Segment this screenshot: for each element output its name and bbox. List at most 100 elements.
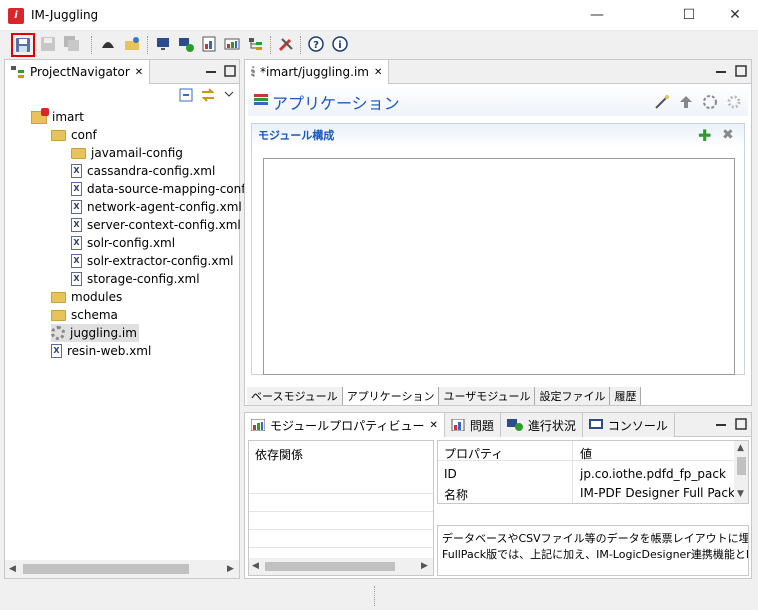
property-value[interactable]: jp.co.iothe.pdfd_fp_pack — [580, 467, 726, 481]
save-icon[interactable] — [11, 33, 35, 57]
tree-item[interactable]: Xcassandra-config.xml — [71, 162, 215, 180]
info-icon[interactable]: i — [330, 34, 350, 54]
tree-item[interactable]: Xserver-context-config.xml — [71, 216, 241, 234]
tree-item[interactable]: modules — [51, 288, 122, 306]
divider — [249, 529, 433, 530]
tree-item[interactable]: Xresin-web.xml — [51, 342, 151, 360]
scroll-right-icon[interactable]: ▶ — [227, 564, 234, 574]
scroll-down-icon[interactable]: ▼ — [737, 489, 744, 499]
remove-icon[interactable]: ✖ — [722, 127, 734, 143]
tab-label: 進行状況 — [527, 418, 576, 433]
close-icon[interactable]: ✕ — [135, 67, 143, 78]
tree-item-label: juggling.im — [70, 326, 137, 340]
tree-item[interactable]: Xstorage-config.xml — [71, 270, 200, 288]
helmet-icon[interactable] — [98, 34, 118, 54]
save-as-icon[interactable] — [38, 34, 58, 54]
toolbar-separator — [300, 36, 301, 54]
tools-icon[interactable] — [276, 34, 296, 54]
horizontal-scrollbar[interactable]: ◀ ▶ — [5, 560, 239, 578]
dependency-list[interactable]: 依存関係 ◀ ▶ — [248, 440, 434, 576]
close-button[interactable]: ✕ — [712, 0, 758, 31]
subtab[interactable]: 設定ファイル — [535, 387, 611, 405]
xml-file-icon: X — [71, 254, 82, 268]
folder-icon — [51, 129, 66, 141]
project-navigator-panel: ProjectNavigator ✕ imart conf javamail-con… — [4, 59, 256, 579]
tab-juggling-im[interactable]: *imart/juggling.im ✕ — [245, 60, 389, 84]
maximize-button[interactable]: ☐ — [666, 0, 712, 31]
minimize-view-icon[interactable] — [715, 65, 727, 77]
editor-panel: *imart/juggling.im ✕ アプリケーション モジュール構成 ✚ … — [244, 59, 752, 406]
tab-label: モジュールプロパティビュー — [270, 418, 425, 433]
tab-progress[interactable]: 進行状況 — [500, 413, 583, 437]
page-title: アプリケーション — [272, 94, 400, 113]
svg-text:i: i — [338, 40, 341, 51]
tab-problems[interactable]: 問題 — [444, 413, 501, 437]
tree-item-label: network-agent-config.xml — [87, 200, 242, 214]
folder-icon — [71, 147, 86, 159]
tree-item[interactable]: Xnetwork-agent-config.xml — [71, 198, 242, 216]
chart-icon[interactable] — [222, 34, 242, 54]
module-list[interactable] — [263, 158, 735, 375]
wand-icon[interactable] — [654, 94, 670, 113]
subtab[interactable]: 履歴 — [610, 387, 642, 405]
maximize-view-icon[interactable] — [735, 418, 747, 430]
bottom-tab-header: モジュールプロパティビュー ✕ 問題 進行状況 コンソール — [245, 413, 751, 437]
xml-file-icon: X — [71, 272, 82, 286]
status-separator — [374, 586, 375, 606]
maximize-view-icon[interactable] — [224, 65, 236, 77]
scroll-left-icon[interactable]: ◀ — [252, 561, 259, 571]
tree-item[interactable]: schema — [51, 306, 118, 324]
scroll-right-icon[interactable]: ▶ — [421, 561, 428, 571]
subtab[interactable]: ベースモジュール — [247, 387, 343, 405]
report-icon — [451, 419, 465, 431]
svg-text:?: ? — [313, 40, 319, 51]
vertical-scrollbar[interactable]: ▲ ▼ — [734, 441, 748, 503]
deploy-icon[interactable] — [678, 94, 694, 113]
tab-module-property-view[interactable]: モジュールプロパティビュー ✕ — [245, 413, 445, 437]
column-header-value: 値 — [580, 447, 593, 461]
scroll-up-icon[interactable]: ▲ — [737, 443, 744, 453]
tab-project-navigator[interactable]: ProjectNavigator ✕ — [5, 60, 151, 84]
subtab[interactable]: アプリケーション — [342, 387, 440, 405]
add-monitor-icon[interactable] — [176, 34, 196, 54]
add-icon[interactable]: ✚ — [698, 126, 711, 145]
maximize-view-icon[interactable] — [735, 65, 747, 77]
scrollbar-thumb[interactable] — [265, 562, 395, 571]
collapse-all-icon[interactable] — [179, 88, 193, 105]
minimize-button[interactable]: — — [574, 0, 620, 31]
property-value[interactable]: IM-PDF Designer Full Pack fo — [580, 486, 734, 500]
horizontal-scrollbar[interactable]: ◀ ▶ — [249, 558, 433, 575]
scroll-left-icon[interactable]: ◀ — [9, 564, 16, 574]
column-divider — [572, 441, 573, 503]
close-icon[interactable]: ✕ — [374, 67, 382, 78]
title-bar: i IM-Juggling — ☐ ✕ — [0, 0, 758, 31]
tree-item[interactable]: juggling.im — [51, 324, 139, 342]
subtab[interactable]: ユーザモジュール — [439, 387, 536, 405]
tree-item[interactable]: imart — [31, 107, 84, 126]
tree-item[interactable]: conf — [51, 126, 97, 144]
tree-item[interactable]: Xsolr-config.xml — [71, 234, 175, 252]
gear-icon[interactable] — [726, 94, 742, 113]
folder-icon — [51, 291, 66, 303]
monitor-icon[interactable] — [153, 34, 173, 54]
open-folder-icon[interactable] — [122, 34, 142, 54]
scrollbar-thumb[interactable] — [737, 457, 746, 475]
tree-item[interactable]: Xsolr-extractor-config.xml — [71, 252, 234, 270]
save-all-icon[interactable] — [62, 34, 82, 54]
minimize-view-icon[interactable] — [715, 418, 727, 430]
scrollbar-thumb[interactable] — [23, 564, 189, 574]
view-menu-icon[interactable] — [224, 88, 234, 102]
xml-file-icon: X — [51, 344, 62, 358]
tree-icon[interactable] — [246, 34, 266, 54]
settings-icon[interactable] — [702, 94, 718, 113]
tab-console[interactable]: コンソール — [582, 413, 675, 437]
report-icon[interactable] — [199, 34, 219, 54]
property-table: プロパティ 値 ID jp.co.iothe.pdfd_fp_pack 名称 I… — [437, 440, 749, 504]
link-editor-icon[interactable] — [200, 88, 216, 105]
tree-item[interactable]: javamail-config — [71, 144, 183, 162]
minimize-view-icon[interactable] — [205, 65, 217, 77]
close-icon[interactable]: ✕ — [429, 420, 437, 431]
toolbar-separator — [270, 36, 271, 54]
tree-item[interactable]: Xdata-source-mapping-config — [71, 180, 256, 198]
help-icon[interactable]: ? — [306, 34, 326, 54]
